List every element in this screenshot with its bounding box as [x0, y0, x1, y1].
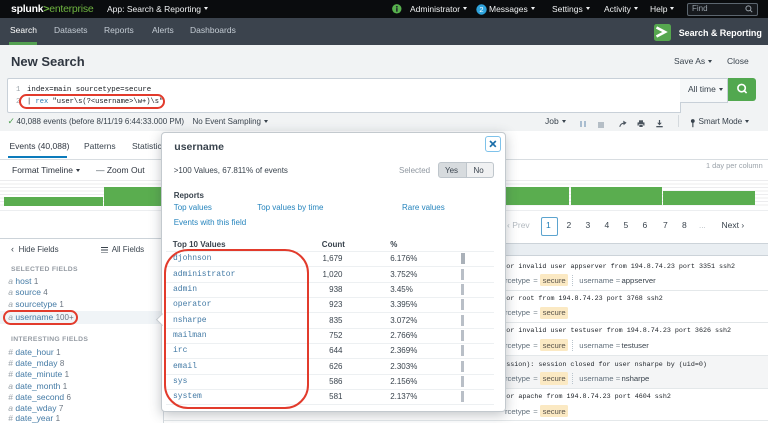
svg-text:2: 2: [479, 5, 483, 14]
